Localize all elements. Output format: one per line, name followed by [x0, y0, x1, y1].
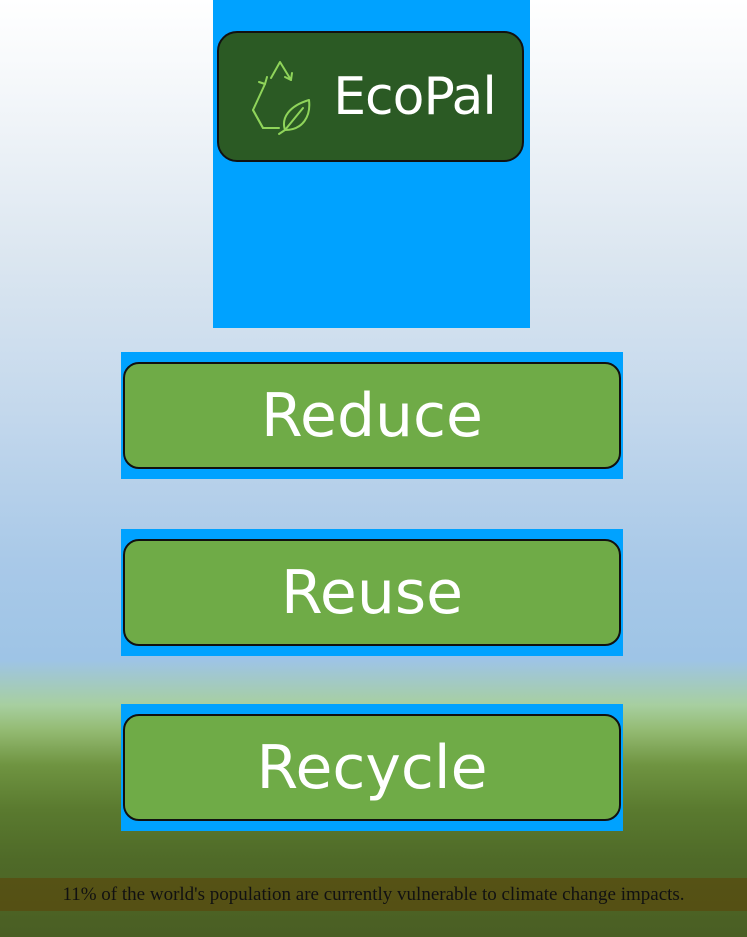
- recycle-button[interactable]: Recycle: [123, 714, 621, 821]
- logo-panel: EcoPal: [213, 0, 530, 328]
- recycle-leaf-icon: [252, 60, 311, 135]
- climate-fact-text: 11% of the world's population are curren…: [62, 883, 685, 905]
- recycle-button-wrapper: Recycle: [121, 704, 623, 831]
- app-name: EcoPal: [333, 66, 497, 127]
- fact-banner: 11% of the world's population are curren…: [0, 878, 747, 911]
- reuse-button-wrapper: Reuse: [121, 529, 623, 656]
- app-logo: EcoPal: [217, 31, 524, 162]
- reduce-button[interactable]: Reduce: [123, 362, 621, 469]
- reduce-button-wrapper: Reduce: [121, 352, 623, 479]
- reuse-button[interactable]: Reuse: [123, 539, 621, 646]
